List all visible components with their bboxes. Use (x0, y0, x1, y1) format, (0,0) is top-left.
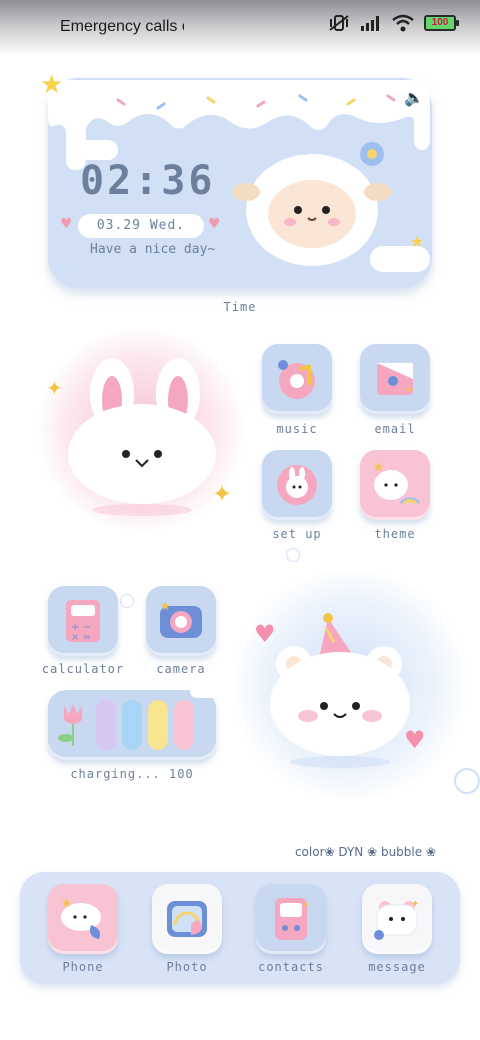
clock-date: 03.29 Wed. (78, 214, 204, 238)
photo-app-icon[interactable] (152, 884, 222, 954)
heart-icon: ♥ (60, 216, 73, 232)
theme-watermark: color❀ DYN ❀ bubble ❀ (294, 845, 436, 859)
sheep-rainbow-icon: ★ (373, 460, 421, 505)
charging-widget[interactable] (48, 690, 216, 760)
camera-icon: ★ (160, 599, 202, 638)
clock-greeting: Have a nice day~ (90, 242, 216, 257)
sparkle-icon: ✦ (46, 376, 63, 400)
speaker-icon[interactable]: 🔈 (404, 88, 424, 107)
envelope-icon: ✦ (377, 363, 413, 396)
status-icons: 100 (328, 14, 459, 32)
wifi-icon (392, 14, 414, 32)
svg-text:✦: ✦ (411, 899, 419, 910)
music-app-icon[interactable] (262, 344, 332, 414)
cloud-icon (190, 684, 218, 698)
phone-icon: ★ (61, 896, 101, 939)
svg-text:✦: ✦ (405, 385, 413, 396)
star-icon: ★ (40, 70, 64, 100)
heart-icon: ♥ (404, 726, 426, 754)
clock-time: 02:36 (80, 158, 216, 204)
charge-bar-3 (148, 700, 168, 750)
charge-bar-4 (174, 700, 194, 750)
email-label: email (374, 422, 416, 436)
theme-app-icon[interactable]: ★ (360, 450, 430, 520)
calculator-label: calculator (41, 662, 125, 676)
gear-icon (277, 465, 317, 505)
message-label: message (368, 960, 426, 974)
svg-text:★: ★ (373, 460, 384, 474)
bear-illustration[interactable] (262, 612, 422, 772)
heart-icon: ♥ (208, 216, 221, 232)
message-icon: ✦ (374, 899, 419, 940)
setup-label: set up (272, 527, 322, 541)
music-icon (278, 360, 315, 399)
phone-label: Phone (62, 960, 104, 974)
heart-icon: ♥ (254, 620, 276, 648)
music-label: music (276, 422, 318, 436)
carrier-text: Emergency calls o (60, 18, 184, 35)
clock-widget-label: Time (223, 300, 257, 314)
svg-text:✦: ✦ (301, 900, 309, 911)
bubble-decoration (286, 548, 300, 562)
contacts-app-icon[interactable]: ✦ (256, 884, 326, 954)
email-app-icon[interactable]: ✦ (360, 344, 430, 414)
tulip-icon (58, 704, 82, 746)
svg-text:× =: × = (71, 632, 91, 643)
setup-app-icon[interactable] (262, 450, 332, 520)
calculator-icon: + − × = (66, 600, 100, 643)
sparkle-icon: ✦ (212, 480, 233, 508)
bubble-decoration (454, 768, 480, 794)
camera-app-icon[interactable]: ★ (146, 586, 216, 656)
phone-app-icon[interactable]: ★ (48, 884, 118, 954)
photo-label: Photo (166, 960, 208, 974)
bubble-decoration (120, 594, 134, 608)
contacts-label: contacts (258, 960, 324, 974)
message-app-icon[interactable]: ✦ (362, 884, 432, 954)
charge-bar-2 (122, 700, 142, 750)
sheep-illustration (232, 140, 392, 266)
star-icon: ★ (410, 232, 425, 251)
bunny-illustration[interactable] (60, 350, 230, 520)
charge-bar-1 (96, 700, 116, 750)
cloud-icon (78, 140, 118, 160)
signal-icon (361, 16, 379, 31)
theme-label: theme (374, 527, 416, 541)
camera-label: camera (156, 662, 206, 676)
photo-icon (167, 901, 207, 937)
svg-text:★: ★ (61, 896, 72, 910)
battery-icon: 100 (424, 15, 459, 31)
contacts-icon: ✦ (275, 898, 309, 940)
vibrate-off-icon (329, 15, 349, 31)
svg-text:★: ★ (160, 599, 171, 613)
calculator-app-icon[interactable]: + − × = (48, 586, 118, 656)
charging-label: charging... 100 (70, 767, 194, 781)
